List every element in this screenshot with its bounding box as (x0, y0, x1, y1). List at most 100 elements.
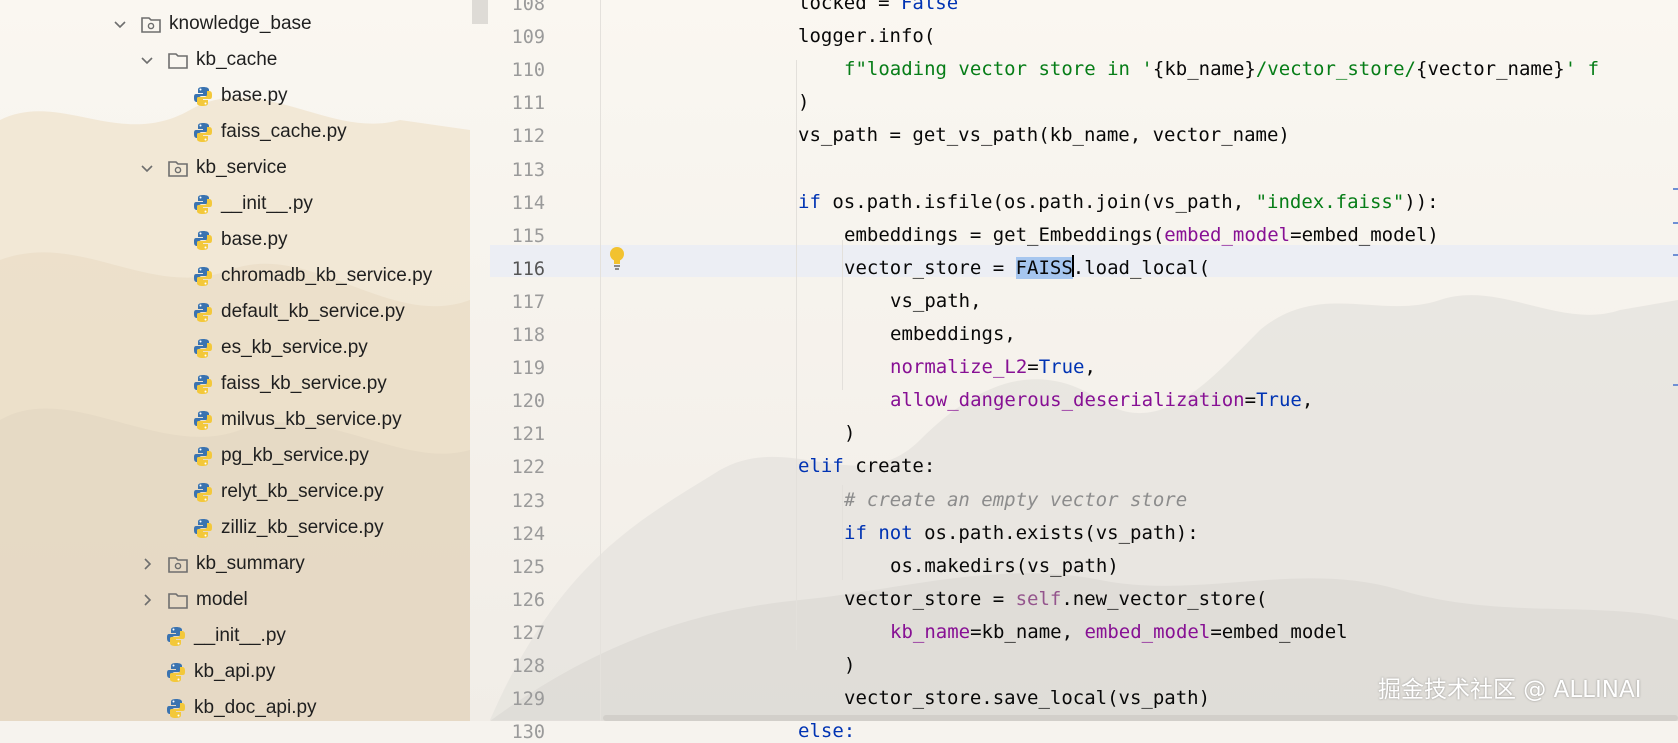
tree-item[interactable]: model (139, 582, 248, 618)
line-number[interactable]: 116 (490, 259, 545, 280)
tree-item[interactable]: __init__.py (165, 618, 286, 654)
code-token: False (900, 0, 959, 14)
code-token: } (1244, 58, 1256, 81)
line-number[interactable]: 128 (490, 656, 545, 677)
line-number[interactable]: 118 (490, 325, 545, 346)
code-line[interactable]: ) (844, 654, 855, 676)
code-token: vector_store.save_local(vs_path) (844, 687, 1211, 710)
line-number[interactable]: 119 (490, 358, 545, 379)
tree-item[interactable]: es_kb_service.py (192, 330, 368, 366)
code-line[interactable]: embeddings = get_Embeddings(embed_model=… (844, 224, 1439, 246)
code-line[interactable]: f"loading vector store in '{kb_name}/vec… (844, 58, 1599, 80)
code-line[interactable]: vs_path, (890, 290, 982, 312)
line-number[interactable]: 127 (490, 623, 545, 644)
tree-item[interactable]: base.py (192, 78, 288, 114)
line-number[interactable]: 122 (490, 457, 545, 478)
code-line[interactable]: ) (798, 91, 809, 113)
code-token: f"loading vector store in ' (844, 58, 1153, 81)
line-number[interactable]: 115 (490, 226, 545, 247)
chevron-right-icon[interactable] (139, 556, 155, 572)
scroll-marker[interactable] (1673, 384, 1678, 386)
tree-item[interactable]: knowledge_base (112, 6, 312, 42)
line-number[interactable]: 117 (490, 292, 545, 313)
tree-item-label: faiss_cache.py (221, 121, 347, 142)
tree-item[interactable]: pg_kb_service.py (192, 438, 369, 474)
chevron-down-icon[interactable] (139, 160, 155, 176)
line-number[interactable]: 109 (490, 27, 545, 48)
scroll-marker[interactable] (1673, 222, 1678, 224)
code-line[interactable]: allow_dangerous_deserialization=True, (890, 389, 1313, 411)
code-line[interactable]: normalize_L2=True, (890, 356, 1096, 378)
code-token: if (844, 521, 867, 544)
code-token: vector_store = (844, 587, 1016, 610)
code-line[interactable]: vector_store = FAISS.load_local( (844, 255, 1210, 279)
code-token: = (1244, 389, 1257, 412)
python-file-icon (192, 121, 214, 143)
tree-item-label: base.py (221, 229, 288, 250)
code-line[interactable]: os.makedirs(vs_path) (890, 555, 1119, 577)
tree-scrollbar[interactable] (472, 0, 488, 24)
code-line[interactable]: embeddings, (890, 323, 1016, 345)
tree-item[interactable]: kb_cache (139, 42, 277, 78)
line-number[interactable]: 112 (490, 126, 545, 147)
code-line[interactable]: elif create: (798, 455, 935, 477)
code-editor[interactable]: 108 locked = False 109 logger.info( 110 f"loa… (490, 0, 1678, 743)
lightbulb-icon[interactable] (608, 245, 626, 271)
code-line[interactable]: if not os.path.exists(vs_path): (844, 522, 1199, 544)
tree-item[interactable]: chromadb_kb_service.py (192, 258, 432, 294)
line-number[interactable]: 130 (490, 722, 545, 743)
line-number[interactable]: 124 (490, 524, 545, 545)
project-tree[interactable]: knowledge_base kb_cache base.py faiss_cache… (0, 0, 470, 721)
line-number[interactable]: 114 (490, 193, 545, 214)
line-number[interactable]: 121 (490, 424, 545, 445)
tree-item[interactable]: kb_api.py (165, 654, 275, 690)
tree-item-label: base.py (221, 85, 288, 106)
python-file-icon (192, 517, 214, 539)
scroll-marker[interactable] (1673, 254, 1678, 256)
code-line[interactable]: else: (798, 720, 855, 742)
tree-item-label: es_kb_service.py (221, 337, 368, 358)
code-token: } (1553, 58, 1565, 81)
chevron-down-icon[interactable] (139, 52, 155, 68)
line-number[interactable]: 108 (490, 0, 545, 15)
code-line[interactable]: vs_path = get_vs_path(kb_name, vector_na… (798, 124, 1290, 146)
chevron-right-icon[interactable] (139, 592, 155, 608)
line-number[interactable]: 120 (490, 391, 545, 412)
code-line[interactable]: if os.path.isfile(os.path.join(vs_path, … (798, 191, 1439, 213)
line-number[interactable]: 126 (490, 590, 545, 611)
line-number[interactable]: 113 (490, 160, 545, 181)
code-line[interactable]: ) (844, 422, 855, 444)
tree-item[interactable]: zilliz_kb_service.py (192, 510, 384, 546)
code-line[interactable]: vector_store.save_local(vs_path) (844, 687, 1210, 709)
scroll-marker[interactable] (1673, 188, 1678, 190)
code-line[interactable]: # create an empty vector store (844, 489, 1187, 511)
tree-item[interactable]: default_kb_service.py (192, 294, 405, 330)
code-token: kb_name (1164, 58, 1245, 81)
code-token: =kb_name, (970, 620, 1085, 643)
horizontal-scrollbar[interactable] (603, 715, 1678, 721)
code-token: os.makedirs(vs_path) (890, 554, 1119, 577)
code-line[interactable]: kb_name=kb_name, embed_model=embed_model (890, 621, 1348, 643)
code-token: allow_dangerous_deserialization (890, 389, 1245, 412)
line-number[interactable]: 123 (490, 491, 545, 512)
tree-item[interactable]: faiss_kb_service.py (192, 366, 387, 402)
tree-item[interactable]: relyt_kb_service.py (192, 474, 384, 510)
tree-item[interactable]: __init__.py (192, 186, 313, 222)
package-icon (167, 553, 189, 575)
tree-item[interactable]: faiss_cache.py (192, 114, 347, 150)
line-number[interactable]: 111 (490, 93, 545, 114)
code-line[interactable]: logger.info( (798, 25, 935, 47)
line-number[interactable]: 129 (490, 689, 545, 710)
chevron-down-icon[interactable] (112, 16, 128, 32)
tree-item[interactable]: kb_service (139, 150, 287, 186)
tree-item[interactable]: base.py (192, 222, 288, 258)
code-line[interactable]: vector_store = self.new_vector_store( (844, 588, 1267, 610)
code-line[interactable]: locked = False (798, 0, 958, 14)
code-token: embed_model (1164, 223, 1291, 246)
code-token: vector_store = (844, 256, 1016, 279)
line-number[interactable]: 125 (490, 557, 545, 578)
line-number[interactable]: 110 (490, 60, 545, 81)
tree-item[interactable]: kb_summary (139, 546, 305, 582)
tree-item[interactable]: milvus_kb_service.py (192, 402, 402, 438)
python-file-icon (165, 625, 187, 647)
